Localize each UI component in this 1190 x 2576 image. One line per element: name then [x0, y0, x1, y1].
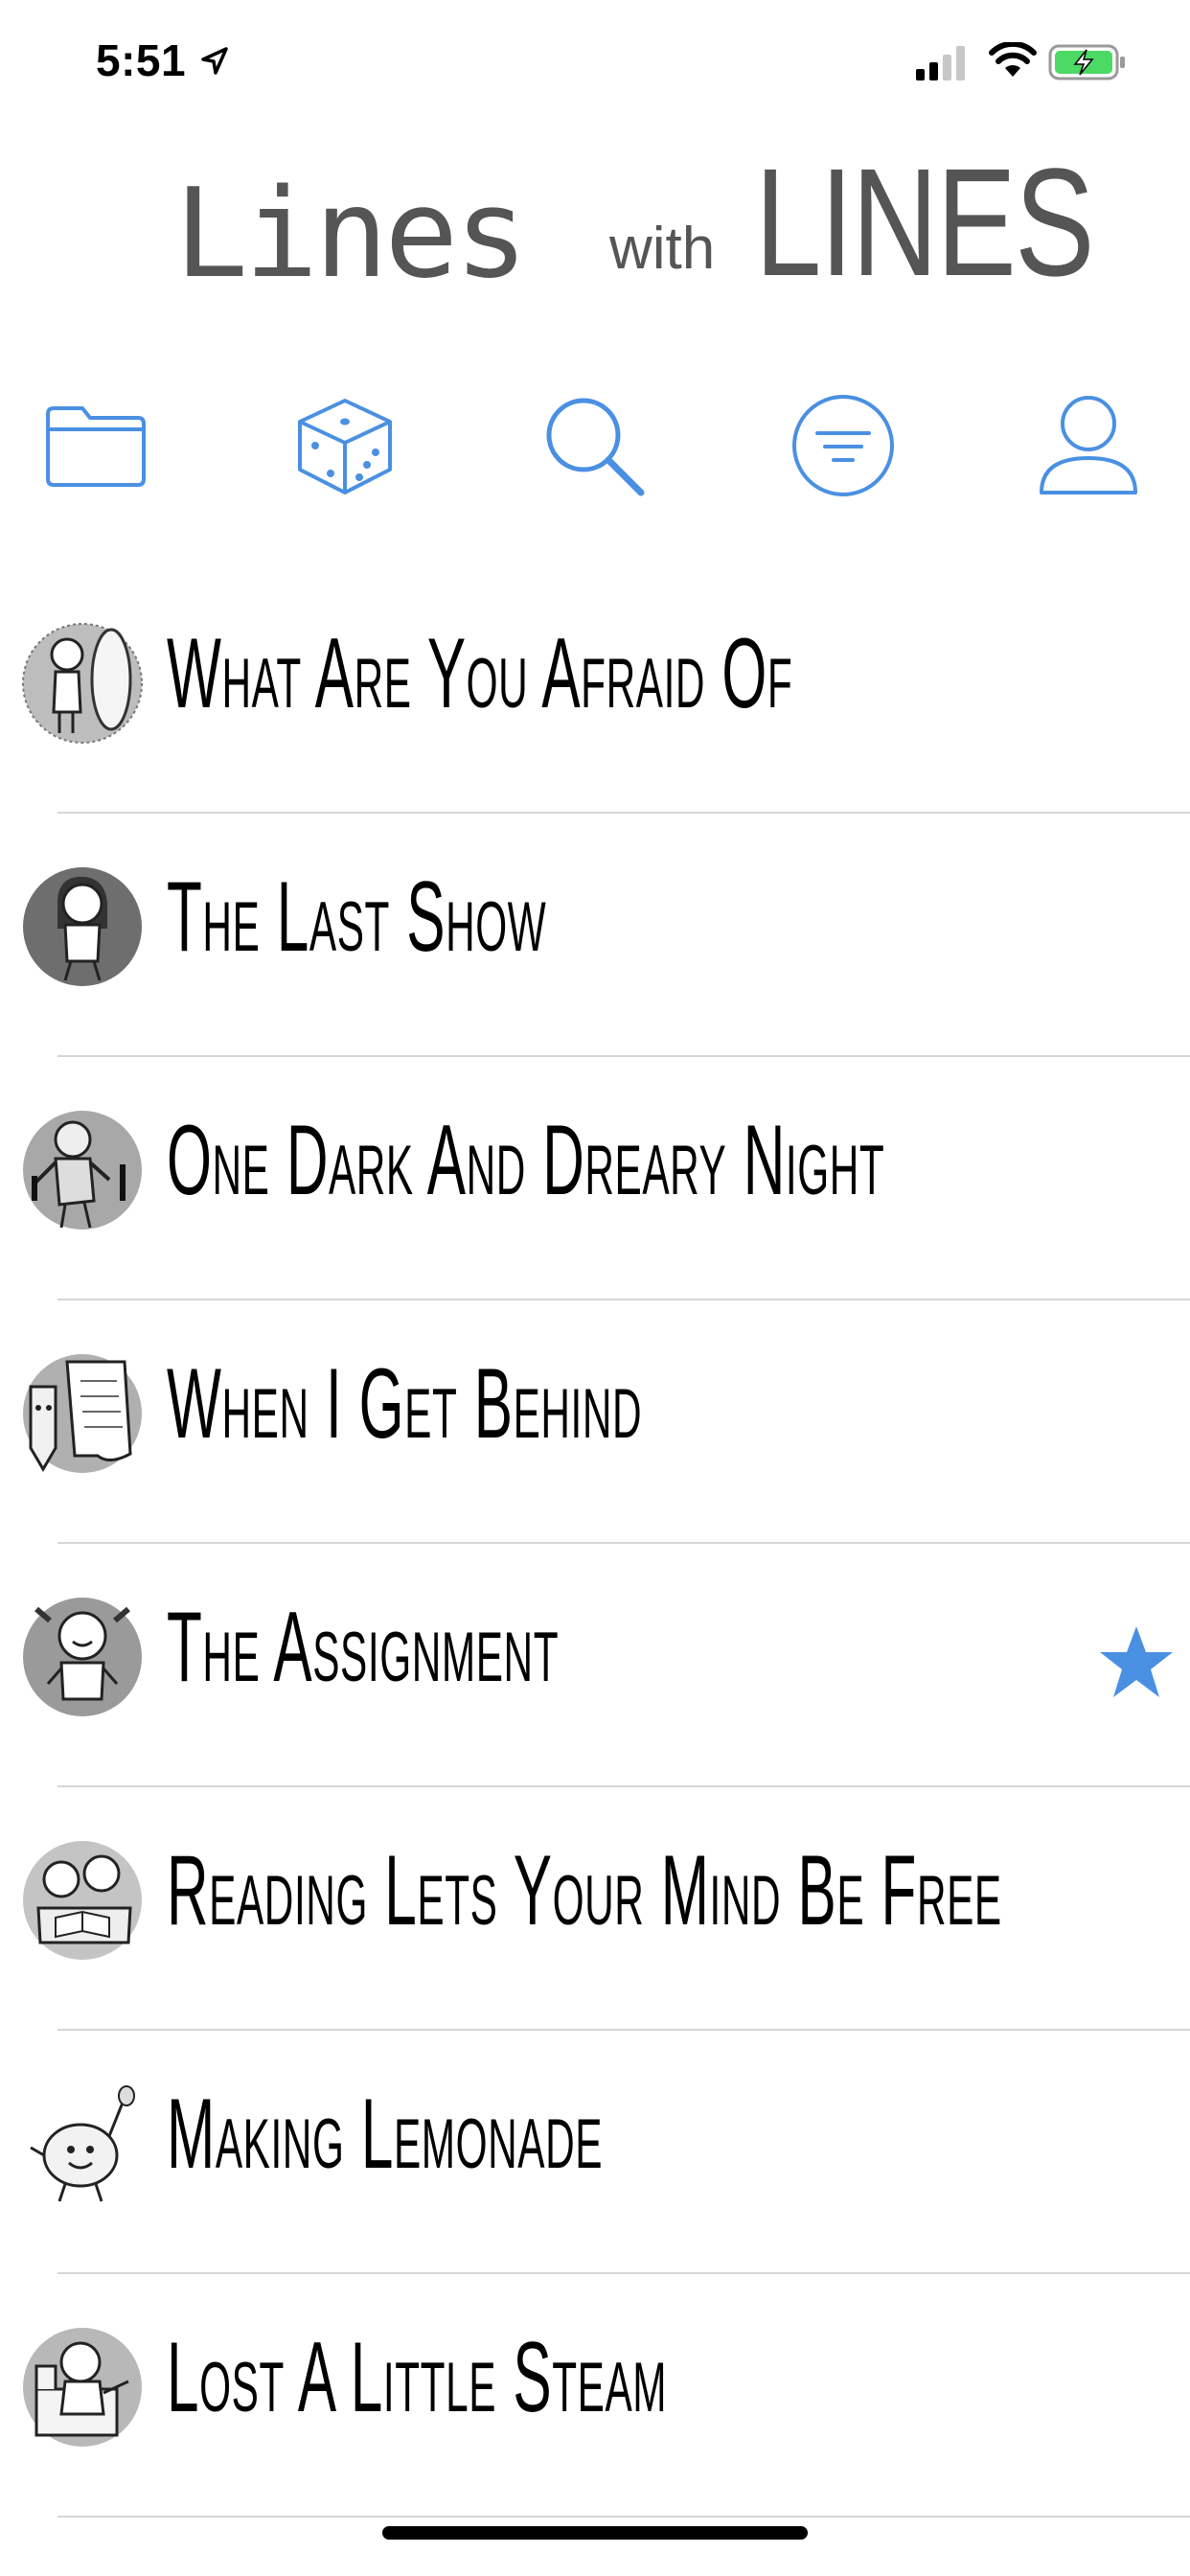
poem-thumbnail: [23, 2328, 142, 2447]
status-time: 5:51: [96, 35, 187, 85]
app-logo: Lines with LINES: [0, 134, 1190, 308]
poem-thumbnail: [23, 1111, 142, 1230]
list-item[interactable]: Making Lemonade: [0, 2031, 1190, 2274]
poem-title: One Dark And Dreary Night: [167, 1105, 885, 1216]
list-item[interactable]: Lost A Little Steam: [0, 2274, 1190, 2518]
poem-title: The Assignment: [167, 1592, 560, 1703]
filter-button[interactable]: [786, 388, 901, 503]
profile-icon: [1040, 396, 1137, 494]
random-dice-button[interactable]: [287, 388, 402, 503]
wifi-icon: [989, 42, 1037, 77]
poem-thumbnail: [23, 1598, 142, 1716]
filter-icon: [792, 395, 894, 496]
dice-icon: [298, 399, 392, 494]
poem-thumbnail: [30, 2085, 135, 2202]
poem-title: What Are You Afraid Of: [167, 618, 793, 729]
poem-title: Making Lemonade: [167, 2079, 604, 2190]
location-arrow-icon: [201, 47, 228, 75]
favorite-star-icon[interactable]: [1098, 1624, 1175, 1699]
poem-thumbnail: [23, 867, 142, 986]
poem-title: Lost A Little Steam: [167, 2322, 668, 2433]
poem-title: The Last Show: [167, 862, 547, 973]
poem-thumbnail: [23, 1841, 142, 1960]
poem-title: When I Get Behind: [167, 1348, 643, 1460]
status-bar: 5:51: [0, 0, 1190, 126]
list-item[interactable]: The Last Show: [0, 814, 1190, 1057]
list-item[interactable]: When I Get Behind: [0, 1300, 1190, 1544]
logo-word-lines: Lines: [174, 163, 528, 306]
profile-button[interactable]: [1031, 388, 1146, 503]
poem-title: Reading Lets Your Mind Be Free: [167, 1835, 1002, 1946]
poem-thumbnail: [23, 1354, 142, 1473]
logo-word-lines-caps: LINES: [755, 136, 1094, 308]
logo-word-with: with: [609, 216, 716, 282]
cellular-signal-icon: [916, 46, 965, 80]
battery-charging-icon: [1048, 44, 1125, 80]
folder-button[interactable]: [38, 388, 153, 503]
list-item[interactable]: What Are You Afraid Of: [0, 570, 1190, 814]
search-icon: [546, 398, 645, 496]
folder-icon: [46, 406, 146, 487]
poem-list: What Are You Afraid Of The Last Show One…: [0, 570, 1190, 2518]
row-divider: [57, 2516, 1190, 2518]
list-item[interactable]: Reading Lets Your Mind Be Free: [0, 1787, 1190, 2031]
search-button[interactable]: [537, 388, 652, 503]
list-item[interactable]: The Assignment: [0, 1544, 1190, 1787]
list-item[interactable]: One Dark And Dreary Night: [0, 1057, 1190, 1300]
toolbar: [0, 388, 1190, 503]
poem-thumbnail: [22, 623, 143, 744]
home-indicator[interactable]: [382, 2526, 808, 2540]
